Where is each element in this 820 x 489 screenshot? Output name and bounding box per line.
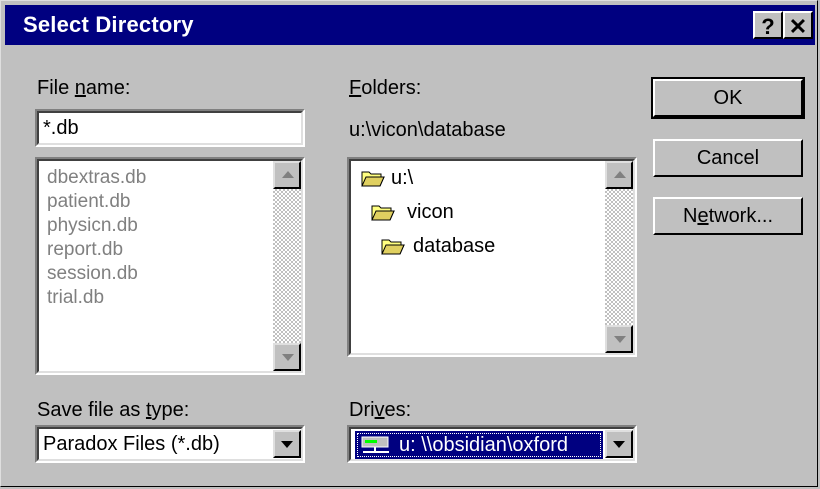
save-type-value: Paradox Files (*.db)	[43, 433, 220, 455]
drives-dropdown-button[interactable]	[605, 430, 633, 458]
save-type-label: Save file as type:	[37, 399, 190, 421]
folder-label: vicon	[407, 201, 454, 223]
scroll-up-button[interactable]	[273, 161, 301, 189]
scroll-down-button[interactable]	[273, 343, 301, 371]
chevron-down-icon	[613, 441, 625, 448]
close-icon: ✕	[788, 14, 808, 39]
list-item[interactable]: session.db	[47, 263, 138, 285]
up-arrow-icon	[282, 171, 294, 178]
drive-selection: u: \\obsidian\oxford	[355, 431, 603, 459]
save-type-select[interactable]: Paradox Files (*.db)	[35, 425, 305, 463]
down-arrow-icon	[282, 354, 294, 361]
select-directory-dialog: Select Directory ? ✕ File name: *.db dbe…	[0, 0, 818, 487]
list-item[interactable]: dbextras.db	[47, 167, 146, 189]
up-arrow-icon	[614, 171, 626, 178]
open-folder-icon	[371, 205, 395, 221]
file-list-scrollbar[interactable]	[273, 161, 301, 371]
folder-tree-scrollbar[interactable]	[605, 161, 633, 353]
list-item[interactable]: patient.db	[47, 191, 130, 213]
folder-label: u:\	[391, 167, 414, 189]
drive-value: u: \\obsidian\oxford	[399, 434, 568, 456]
drives-label: Drives:	[349, 399, 412, 421]
close-button[interactable]: ✕	[783, 11, 813, 39]
folders-label: Folders:	[349, 77, 422, 99]
network-drive-icon	[361, 436, 389, 453]
list-item[interactable]: report.db	[47, 239, 123, 261]
folder-tree[interactable]: u:\ vicon database	[347, 157, 637, 357]
open-folder-icon	[381, 239, 405, 255]
save-type-dropdown-button[interactable]	[273, 430, 301, 458]
current-path: u:\vicon\database	[349, 119, 506, 141]
drives-select[interactable]: u: \\obsidian\oxford	[347, 425, 637, 463]
list-item[interactable]: physicn.db	[47, 215, 138, 237]
scroll-down-button[interactable]	[605, 325, 633, 353]
chevron-down-icon	[281, 441, 293, 448]
folder-label: database	[413, 235, 496, 257]
open-folder-icon	[361, 171, 385, 187]
file-name-input[interactable]: *.db	[35, 109, 305, 147]
list-item[interactable]: trial.db	[47, 287, 104, 309]
file-name-label: File name:	[37, 77, 131, 99]
ok-button[interactable]: OK	[651, 77, 805, 119]
file-name-value: *.db	[43, 117, 79, 139]
title-bar[interactable]: Select Directory ? ✕	[5, 5, 815, 45]
down-arrow-icon	[614, 336, 626, 343]
file-list[interactable]: dbextras.db patient.db physicn.db report…	[35, 157, 305, 375]
help-button[interactable]: ?	[753, 11, 783, 39]
cancel-button[interactable]: Cancel	[653, 139, 803, 177]
dialog-title: Select Directory	[23, 12, 194, 37]
network-button[interactable]: Network...	[653, 197, 803, 235]
scroll-up-button[interactable]	[605, 161, 633, 189]
